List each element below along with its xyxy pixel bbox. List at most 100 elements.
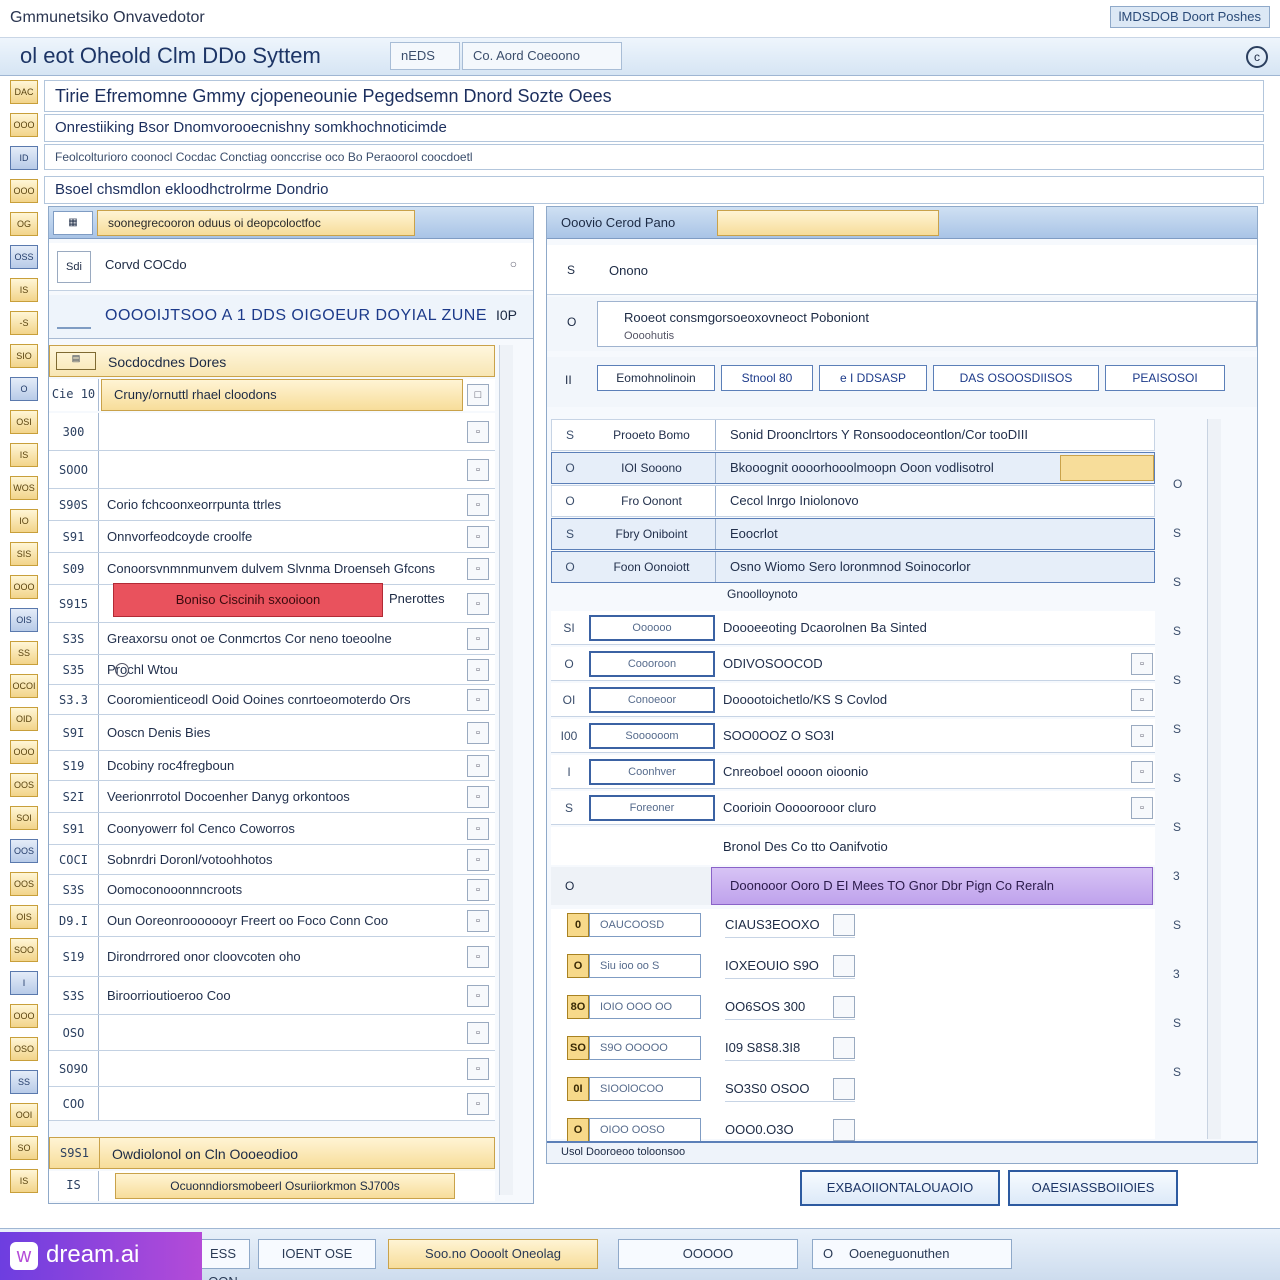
list-item[interactable]: S2I Veerionrrotol Docoenher Danyg orkonto… — [49, 781, 495, 813]
list-item[interactable]: COO ▫ — [49, 1087, 495, 1121]
toolbar-icon[interactable]: OOO — [10, 740, 38, 764]
row-action-icon[interactable]: ▫ — [467, 722, 489, 744]
row-action-icon[interactable]: ▫ — [467, 818, 489, 840]
row-action-icon[interactable]: ▫ — [467, 786, 489, 808]
field-action-icon[interactable]: ▫ — [1131, 725, 1153, 747]
field-row[interactable]: S Foreoner Coorioin Ooooorooor cluro ▫ — [551, 791, 1155, 825]
toolbar-icon[interactable]: OIS — [10, 905, 38, 929]
row-action-icon[interactable]: ▫ — [467, 494, 489, 516]
expand-button[interactable]: EXBAOIIONTALOUAOIO — [800, 1170, 1000, 1206]
field-action-icon[interactable]: ▫ — [1131, 797, 1153, 819]
classifications-button[interactable]: OAESIASSBOIIOIES — [1008, 1170, 1178, 1206]
row-action-icon[interactable]: ▫ — [467, 628, 489, 650]
toolbar-icon[interactable]: IS — [10, 443, 38, 467]
row-action-icon[interactable]: ▫ — [467, 879, 489, 901]
toolbar-icon[interactable]: SOO — [10, 938, 38, 962]
toolbar-tab[interactable]: PEAISOSOI — [1105, 365, 1225, 391]
list-item[interactable]: SOOO ▫ — [49, 451, 495, 489]
row-action-icon[interactable]: ▫ — [467, 1022, 489, 1044]
toolbar-tab[interactable]: Stnool 80 — [721, 365, 813, 391]
row-action-icon[interactable]: □ — [467, 384, 489, 406]
list-item[interactable]: S3S Biroorrioutioeroo Coo ▫ — [49, 977, 495, 1015]
small-field[interactable]: OIOO OOSO — [589, 1118, 701, 1142]
status-item-3[interactable]: Soo.no Oooolt Oneolag — [388, 1239, 598, 1269]
purple-row[interactable]: O Doonooor Ooro D EI Mees TO Gnor Dbr Pi… — [551, 867, 1155, 905]
radio-button[interactable] — [115, 663, 129, 677]
toolbar-icon[interactable]: WOS — [10, 476, 38, 500]
right-filter-row[interactable]: S Onono — [547, 245, 1257, 295]
toolbar-icon[interactable]: OOO — [10, 179, 38, 203]
toolbar-icon[interactable]: O — [10, 377, 38, 401]
row-action-icon[interactable]: ▫ — [467, 1093, 489, 1115]
toolbar-tab[interactable]: e I DDSASP — [819, 365, 927, 391]
toolbar-icon[interactable]: IS — [10, 278, 38, 302]
list-item[interactable]: SO9O ▫ — [49, 1051, 495, 1087]
status-item-5[interactable]: O Ooeneguonuthen — [812, 1239, 1012, 1269]
row-action-icon[interactable]: ▫ — [467, 910, 489, 932]
toolbar-icon[interactable]: OG — [10, 212, 38, 236]
status-item-2[interactable]: IOENT OSE — [258, 1239, 376, 1269]
small-field[interactable]: IOIO OOO OO — [589, 995, 701, 1019]
row-action-icon[interactable]: ▫ — [467, 459, 489, 481]
toolbar-icon[interactable]: OSI — [10, 410, 38, 434]
toolbar-icon[interactable]: OOO — [10, 113, 38, 137]
toolbar-icon[interactable]: SIO — [10, 344, 38, 368]
toolbar-tab[interactable]: Eomohnolinoin — [597, 365, 715, 391]
field-input[interactable]: Soooooom — [589, 723, 715, 749]
left-bottom-row[interactable]: S9S1 Owdiolonol on Cln Oooeodioo — [49, 1137, 495, 1169]
toolbar-icon[interactable]: OSS — [10, 245, 38, 269]
field-action-icon[interactable]: ▫ — [1131, 761, 1153, 783]
list-item[interactable]: OSO ▫ — [49, 1015, 495, 1051]
list-item[interactable]: S90S Corio fchcoonxeorrpunta ttrles ▫ — [49, 489, 495, 521]
toolbar-icon[interactable]: SIS — [10, 542, 38, 566]
field-row[interactable]: O Coooroon ODIVOSOOCOD ▫ — [551, 647, 1155, 681]
list-item[interactable]: S19 Dcobiny roc4fregboun ▫ — [49, 751, 495, 781]
row-action-icon[interactable]: ▫ — [467, 689, 489, 711]
toolbar-icon[interactable]: OOS — [10, 839, 38, 863]
toolbar-icon[interactable]: OOO — [10, 575, 38, 599]
small-checkbox[interactable] — [833, 955, 855, 977]
toolbar-icon[interactable]: OOS — [10, 872, 38, 896]
field-action-icon[interactable]: ▫ — [1131, 689, 1153, 711]
small-field[interactable]: OAUCOOSD — [589, 913, 701, 937]
list-subheader[interactable]: Cie 10 Cruny/ornuttl rhael cloodons □ — [49, 379, 495, 411]
status-item-1[interactable]: ESS OON — [196, 1239, 250, 1280]
toolbar-icon[interactable]: SS — [10, 1070, 38, 1094]
left-scrollbar[interactable] — [499, 345, 513, 1195]
field-action-icon[interactable]: ▫ — [1131, 653, 1153, 675]
field-row[interactable]: I Coonhver Cnreoboel oooon oioonio ▫ — [551, 755, 1155, 789]
field-input[interactable]: Coonhver — [589, 759, 715, 785]
small-field[interactable]: Siu ioo oo S — [589, 954, 701, 978]
row-action-icon[interactable]: ▫ — [467, 1058, 489, 1080]
list-item[interactable]: S19 Dirondrrored onor cloovcoten oho ▫ — [49, 937, 495, 977]
detail-row[interactable]: S Prooeto Bomo Sonid Droonclrtors Y Ronsoo… — [551, 419, 1155, 451]
row-action-icon[interactable]: ▫ — [467, 593, 489, 615]
left-filter-row[interactable]: Sdi Corvd COCdo ○ — [49, 243, 533, 291]
small-checkbox[interactable] — [833, 1078, 855, 1100]
list-item[interactable]: S9I Ooscn Denis Bies ▫ — [49, 715, 495, 751]
toolbar-icon[interactable]: OOI — [10, 1103, 38, 1127]
detail-row[interactable]: S Fbry Oniboint Eoocrlot — [551, 518, 1155, 550]
toolbar-icon[interactable]: SOI — [10, 806, 38, 830]
field-input[interactable]: Coooroon — [589, 651, 715, 677]
toolbar-tab[interactable]: DAS OSOOSDIISOS — [933, 365, 1099, 391]
toolbar-icon[interactable]: SO — [10, 1136, 38, 1160]
toolbar-icon[interactable]: IO — [10, 509, 38, 533]
detail-row[interactable]: O Fro Oonont Cecol lnrgo Iniolonovo — [551, 485, 1155, 517]
filter-dropdown-icon[interactable]: ○ — [510, 257, 517, 271]
toolbar-icon[interactable]: DAC — [10, 80, 38, 104]
toolbar-icon[interactable]: -S — [10, 311, 38, 335]
detail-row[interactable]: O Foon Oonoiott Osno Wiomo Sero loronmnod … — [551, 551, 1155, 583]
toolbar-icon[interactable]: SS — [10, 641, 38, 665]
list-item[interactable]: S3S Oomoconooonnncroots ▫ — [49, 875, 495, 905]
list-item[interactable]: S91 Onnvorfeodcoyde croolfe ▫ — [49, 521, 495, 553]
right-scrollbar[interactable] — [1207, 419, 1221, 1139]
field-input[interactable]: Oooooo — [589, 615, 715, 641]
list-item[interactable]: S3.3 Cooromienticeodl Ooid Ooines conrtoe… — [49, 685, 495, 715]
right-panel-search[interactable] — [717, 210, 939, 236]
help-icon[interactable]: c — [1246, 46, 1268, 68]
status-item-4[interactable]: OOOOO — [618, 1239, 798, 1269]
field-row[interactable]: OI Conoeoor Dooootoichetlo/KS S Covlod ▫ — [551, 683, 1155, 717]
row-action-icon[interactable]: ▫ — [467, 558, 489, 580]
list-item[interactable]: COCI Sobnrdri Doronl/votoohhotos ▫ — [49, 845, 495, 875]
